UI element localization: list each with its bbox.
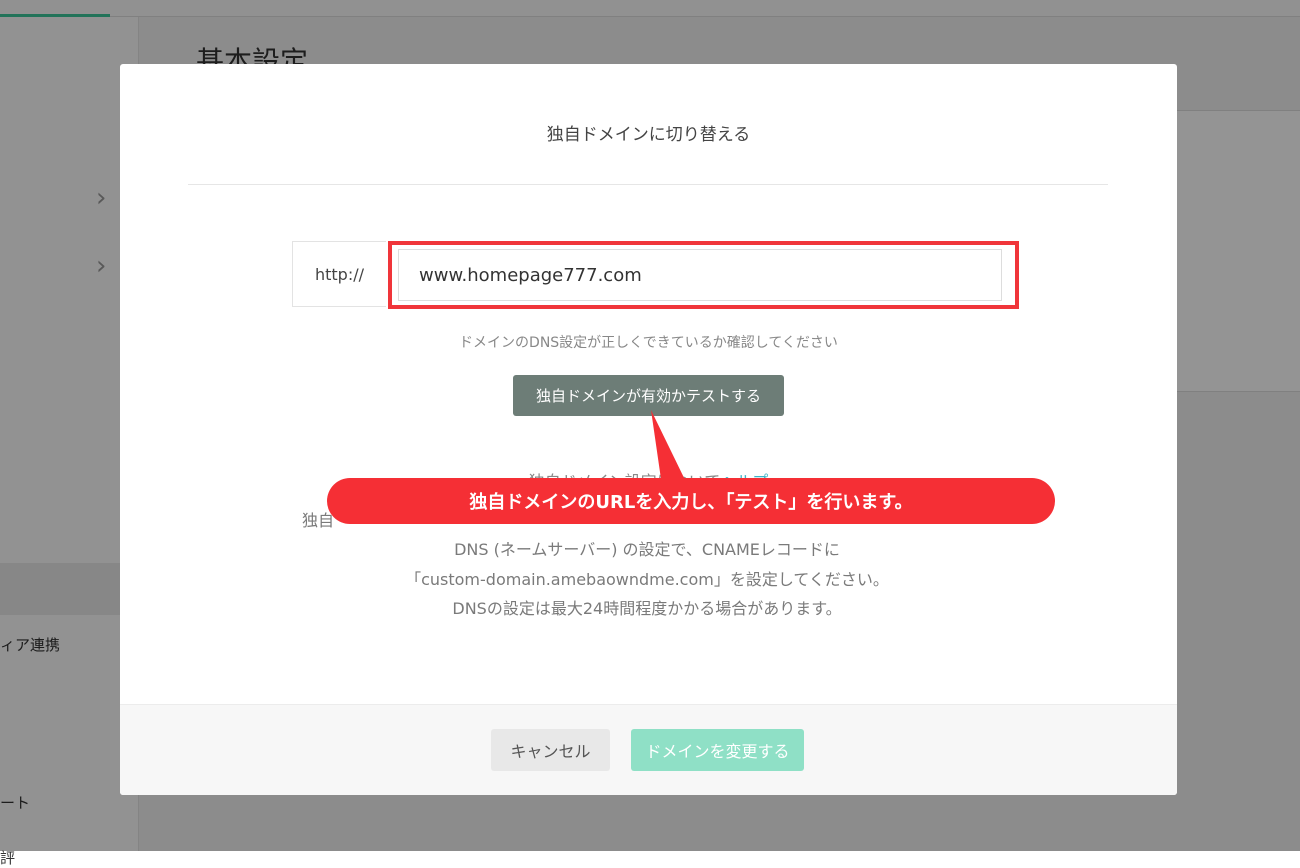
custom-domain-dialog: 独自ドメインに切り替える http:// ドメインのDNS設定が正しくできている… bbox=[120, 64, 1177, 795]
test-domain-button[interactable]: 独自ドメインが有効かテストする bbox=[513, 375, 784, 416]
annotation-callout: 独自ドメインのURLを入力し、「テスト」を行います。 bbox=[327, 478, 1055, 524]
dialog-footer: キャンセル ドメインを変更する bbox=[120, 704, 1177, 795]
divider bbox=[188, 184, 1108, 185]
url-prefix-label: http:// bbox=[292, 241, 386, 307]
description-line-3: 「custom-domain.amebaowndme.com」を設定してください… bbox=[405, 570, 889, 589]
cancel-button[interactable]: キャンセル bbox=[491, 729, 610, 771]
description-line-2: DNS (ネームサーバー) の設定で、CNAMEレコードに bbox=[454, 540, 840, 559]
description-line-4: DNSの設定は最大24時間程度かかる場合があります。 bbox=[452, 599, 842, 618]
change-domain-button[interactable]: ドメインを変更する bbox=[631, 729, 804, 771]
dns-hint-text: ドメインのDNS設定が正しくできているか確認してください bbox=[459, 335, 838, 351]
dialog-title: 独自ドメインに切り替える bbox=[546, 125, 751, 145]
input-highlight-box bbox=[388, 241, 1019, 309]
